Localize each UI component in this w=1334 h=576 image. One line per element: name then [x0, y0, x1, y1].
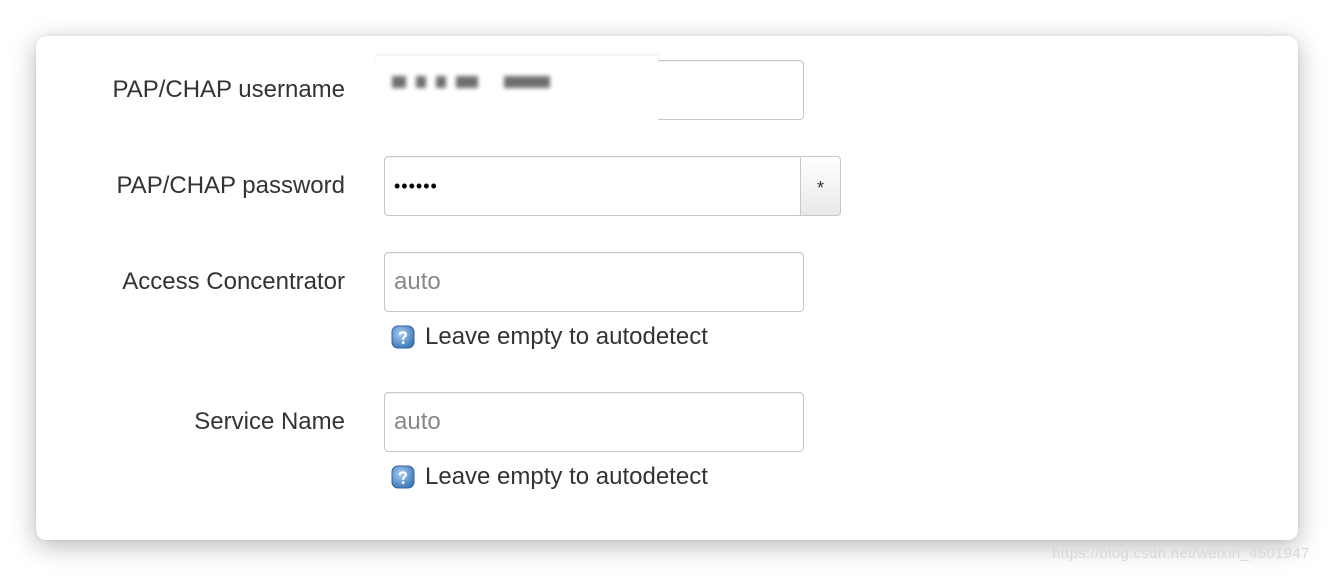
- screenshot: PAP/CHAP username PAP/CHAP password ••••…: [0, 0, 1334, 576]
- password-label: PAP/CHAP password: [116, 172, 345, 199]
- access-concentrator-hint: Leave empty to autodetect: [391, 322, 708, 352]
- reveal-password-button[interactable]: *: [800, 156, 841, 216]
- username-label: PAP/CHAP username: [112, 76, 345, 103]
- password-input[interactable]: ••••••: [384, 156, 801, 216]
- service-name-input[interactable]: [384, 392, 804, 452]
- service-name-hint-text: Leave empty to autodetect: [425, 463, 708, 490]
- access-concentrator-input[interactable]: [384, 252, 804, 312]
- question-icon: [391, 325, 415, 349]
- settings-panel: PAP/CHAP username PAP/CHAP password ••••…: [36, 36, 1298, 540]
- redaction-mask: [376, 56, 658, 122]
- service-name-hint: Leave empty to autodetect: [391, 462, 708, 492]
- password-group: •••••• *: [384, 156, 841, 216]
- access-concentrator-label: Access Concentrator: [122, 268, 345, 295]
- question-icon: [391, 465, 415, 489]
- redacted-username: [392, 76, 550, 88]
- access-concentrator-hint-text: Leave empty to autodetect: [425, 323, 708, 350]
- watermark: https://blog.csdn.net/weixin_4501947: [1052, 545, 1310, 562]
- service-name-label: Service Name: [194, 408, 345, 435]
